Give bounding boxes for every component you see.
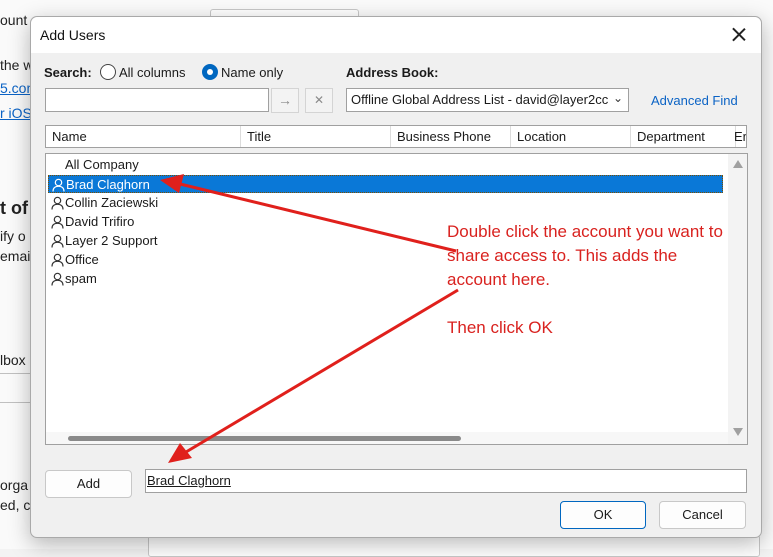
- arrow-to-list: [179, 182, 457, 253]
- arrow-to-field: [185, 288, 459, 454]
- annotation-line-2: Then click OK: [447, 318, 553, 337]
- annotation-text: Double click the account you want to sha…: [447, 220, 737, 340]
- annotation-line-1: Double click the account you want to sha…: [447, 222, 723, 289]
- arrow-head-to-field: [168, 443, 192, 463]
- arrow-head-to-list: [160, 174, 184, 193]
